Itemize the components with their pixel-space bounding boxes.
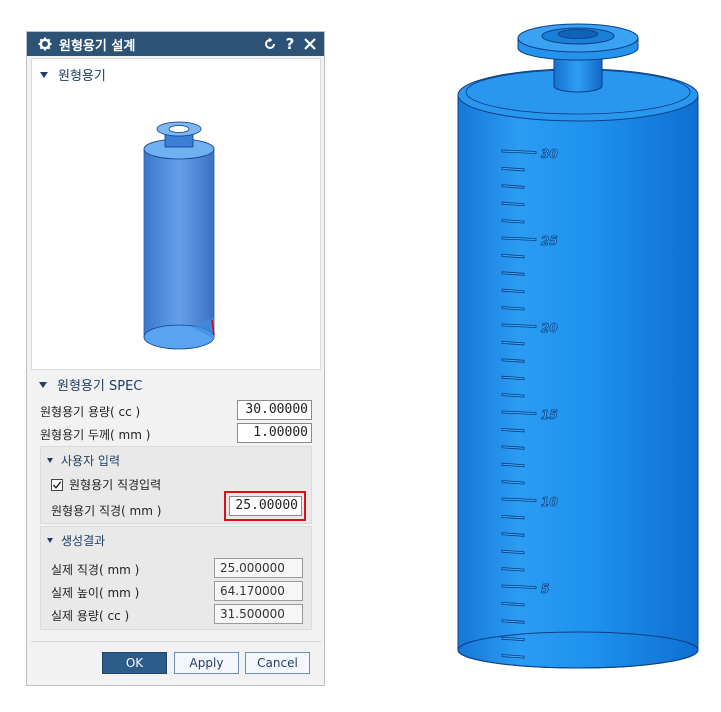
thickness-row: 원형용기 두께( mm )	[40, 426, 150, 443]
collapse-triangle-icon	[47, 458, 53, 463]
result-group-header[interactable]: 생성결과	[41, 532, 105, 549]
gear-icon[interactable]	[37, 36, 53, 52]
user-input-group-label: 사용자 입력	[61, 454, 121, 468]
scale-label: 30	[541, 147, 558, 161]
preview-section-header[interactable]: 원형용기	[32, 65, 106, 84]
reset-icon[interactable]	[262, 36, 278, 52]
dialog-title: 원형용기 설계	[59, 38, 136, 54]
scale-label: 5	[541, 582, 549, 596]
diameter-input[interactable]: 25.00000	[229, 496, 302, 516]
actual-diameter-row: 실제 직경( mm )	[51, 561, 139, 578]
check-icon	[52, 480, 62, 489]
close-icon[interactable]	[302, 36, 318, 52]
diameter-checkbox-row[interactable]: 원형용기 직경입력	[51, 476, 161, 493]
thickness-input[interactable]: 1.00000	[237, 423, 312, 443]
help-icon[interactable]: ?	[282, 35, 298, 53]
bottle-model	[457, 23, 699, 669]
preview-section-label: 원형용기	[58, 69, 106, 84]
scale-label: 20	[541, 321, 558, 335]
result-group: 생성결과 실제 직경( mm ) 25.000000 실제 높이( mm ) 6…	[40, 526, 312, 630]
diameter-row: 원형용기 직경( mm )	[51, 502, 161, 519]
actual-height-row: 실제 높이( mm )	[51, 584, 139, 601]
spec-section-header[interactable]: 원형용기 SPEC	[31, 375, 142, 394]
diameter-label: 원형용기 직경( mm )	[51, 504, 162, 518]
apply-button[interactable]: Apply	[174, 652, 239, 674]
result-group-label: 생성결과	[61, 534, 106, 548]
spec-section-label: 원형용기 SPEC	[57, 379, 143, 394]
container-preview-image	[143, 121, 215, 350]
collapse-triangle-icon	[47, 538, 53, 543]
scale-label: 10	[541, 495, 558, 509]
thickness-label: 원형용기 두께( mm )	[40, 428, 151, 442]
model-viewport[interactable]: 30 25 20 15 10 5	[440, 0, 721, 712]
actual-capacity-label: 실제 용량( cc )	[51, 609, 130, 623]
collapse-triangle-icon	[39, 381, 47, 388]
scale-label: 25	[541, 234, 558, 248]
container-design-dialog: 원형용기 설계 ? 원형용기 원형용기 SPEC 원형용기 용량(cc) 3…	[26, 31, 325, 686]
cancel-button[interactable]: Cancel	[245, 652, 310, 674]
user-input-group-header[interactable]: 사용자 입력	[41, 452, 120, 469]
actual-diameter-label: 실제 직경( mm )	[51, 563, 140, 577]
capacity-label: 원형용기 용량( cc )	[40, 405, 141, 419]
actual-diameter-value: 25.000000	[214, 558, 303, 578]
user-input-group: 사용자 입력 원형용기 직경입력 원형용기 직경( mm ) 25.00000	[40, 446, 312, 524]
capacity-input[interactable]: 30.00000	[237, 400, 312, 420]
actual-capacity-row: 실제 용량( cc )	[51, 607, 129, 624]
capacity-row: 원형용기 용량( cc )	[40, 403, 140, 420]
ok-button[interactable]: OK	[102, 652, 167, 674]
dialog-title-bar: 원형용기 설계 ?	[27, 32, 324, 56]
footer-divider	[31, 641, 321, 642]
diameter-checkbox[interactable]	[51, 478, 63, 491]
actual-height-label: 실제 높이( mm )	[51, 586, 140, 600]
scale-label: 15	[541, 408, 558, 422]
collapse-triangle-icon	[40, 71, 48, 78]
diameter-checkbox-label: 원형용기 직경입력	[69, 478, 162, 492]
actual-capacity-value: 31.500000	[214, 604, 303, 624]
preview-panel: 원형용기	[31, 58, 321, 370]
actual-height-value: 64.170000	[214, 581, 303, 601]
